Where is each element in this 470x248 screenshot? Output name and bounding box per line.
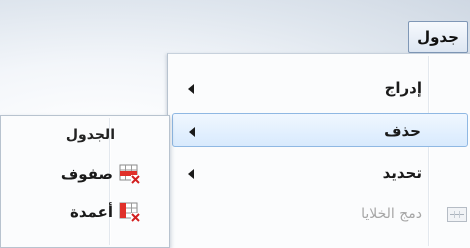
delete-rows-icon <box>119 164 140 184</box>
menu-item-delete[interactable]: حذف <box>172 113 468 147</box>
menu-table[interactable]: جدول <box>408 21 468 53</box>
submenu-item-label: صفوف <box>60 165 113 183</box>
submenu-item-label: أعمدة <box>70 203 113 221</box>
delete-columns-icon <box>119 202 140 222</box>
submenu-item-rows[interactable]: صفوف <box>3 156 167 192</box>
submenu-arrow-icon <box>188 84 194 94</box>
menu-item-label: إدراج <box>384 79 422 97</box>
menu-item-label: تحديد <box>382 164 422 182</box>
submenu-item-table[interactable]: الجدول <box>66 123 115 147</box>
menu-item-select[interactable]: تحديد <box>172 156 468 190</box>
menu-item-merge-cells[interactable]: دمج الخلايا <box>172 197 468 231</box>
submenu-item-columns[interactable]: أعمدة <box>3 194 167 230</box>
merge-cells-icon <box>447 207 467 222</box>
delete-submenu: الجدول صفوف أعمدة <box>0 115 170 248</box>
table-dropdown-menu: إدراج حذف تحديد دمج الخلايا <box>167 53 470 248</box>
submenu-arrow-icon <box>189 127 195 137</box>
menu-item-label: حذف <box>384 122 421 140</box>
submenu-arrow-icon <box>188 169 194 179</box>
menu-item-insert[interactable]: إدراج <box>172 71 468 105</box>
menu-item-label: دمج الخلايا <box>361 206 422 222</box>
